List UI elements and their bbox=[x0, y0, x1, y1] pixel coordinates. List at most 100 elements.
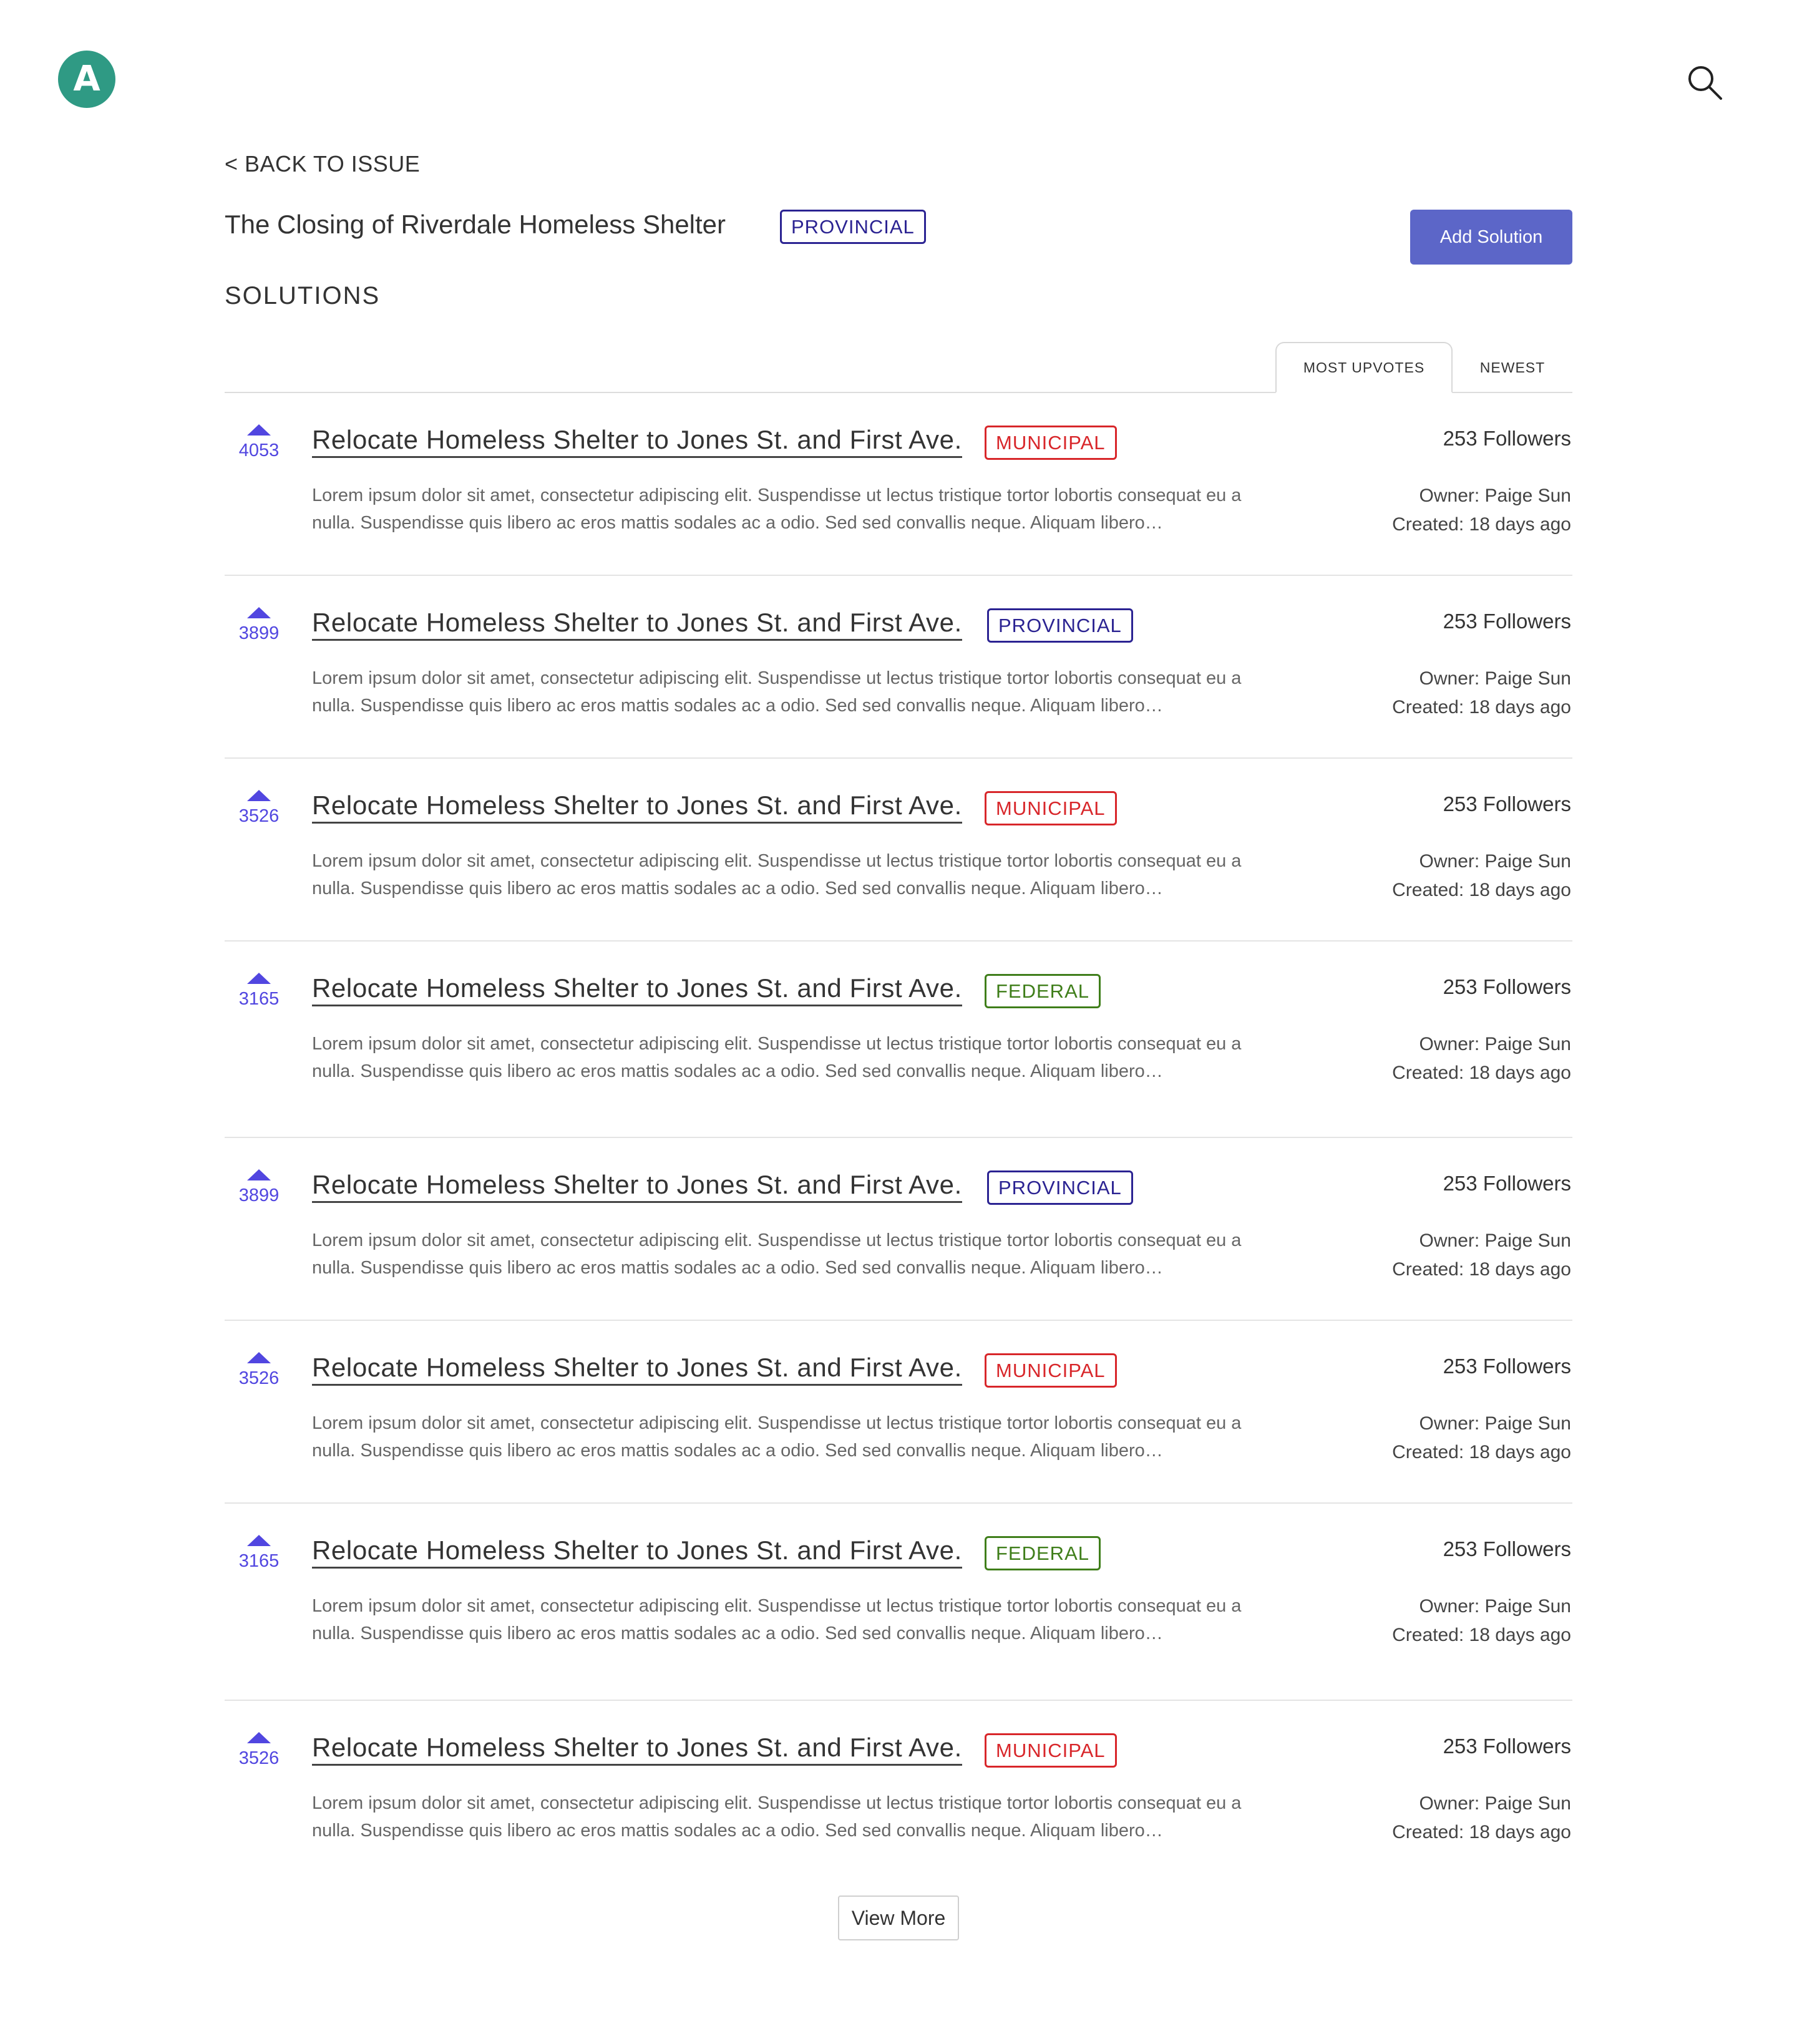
upvote-button[interactable]: 3526 bbox=[237, 790, 281, 827]
created-text: Created: 18 days ago bbox=[1392, 1442, 1571, 1462]
solution-row: 3165 Relocate Homeless Shelter to Jones … bbox=[225, 942, 1572, 1138]
upvote-count: 4053 bbox=[238, 440, 280, 460]
followers-count: 253 Followers bbox=[1443, 975, 1571, 998]
upvote-arrow-icon bbox=[247, 790, 271, 801]
solution-title-link[interactable]: Relocate Homeless Shelter to Jones St. a… bbox=[312, 1535, 962, 1569]
upvote-count: 3899 bbox=[238, 623, 280, 643]
solution-title-link[interactable]: Relocate Homeless Shelter to Jones St. a… bbox=[312, 608, 962, 641]
solution-row: 4053 Relocate Homeless Shelter to Jones … bbox=[225, 393, 1572, 576]
solution-meta: Owner: Paige Sun Created: 18 days ago bbox=[1392, 1409, 1571, 1467]
view-more-button[interactable]: View More bbox=[838, 1896, 959, 1940]
app-logo[interactable]: A bbox=[58, 51, 115, 108]
owner-text: Owner: Paige Sun bbox=[1419, 668, 1571, 689]
solution-meta: Owner: Paige Sun Created: 18 days ago bbox=[1392, 1227, 1571, 1284]
upvote-count: 3165 bbox=[238, 989, 280, 1009]
upvote-count: 3526 bbox=[238, 1748, 280, 1768]
solution-title-link[interactable]: Relocate Homeless Shelter to Jones St. a… bbox=[312, 1170, 962, 1204]
solution-level-badge: MUNICIPAL bbox=[985, 791, 1117, 825]
owner-text: Owner: Paige Sun bbox=[1419, 485, 1571, 506]
solution-level-badge: MUNICIPAL bbox=[985, 426, 1117, 460]
upvote-count: 3526 bbox=[238, 1368, 280, 1388]
owner-text: Owner: Paige Sun bbox=[1419, 851, 1571, 872]
solution-title-link[interactable]: Relocate Homeless Shelter to Jones St. a… bbox=[312, 1733, 962, 1766]
tab-most-upvotes[interactable]: MOST UPVOTES bbox=[1275, 342, 1453, 393]
solution-row: 3899 Relocate Homeless Shelter to Jones … bbox=[225, 1138, 1572, 1321]
solution-level-badge: FEDERAL bbox=[985, 1536, 1101, 1570]
solution-row: 3526 Relocate Homeless Shelter to Jones … bbox=[225, 1321, 1572, 1504]
solution-title-link[interactable]: Relocate Homeless Shelter to Jones St. a… bbox=[312, 425, 962, 459]
tab-newest[interactable]: NEWEST bbox=[1453, 342, 1572, 393]
solution-description: Lorem ipsum dolor sit amet, consectetur … bbox=[312, 485, 1242, 533]
solution-level-badge: PROVINCIAL bbox=[987, 608, 1133, 643]
solution-row: 3526 Relocate Homeless Shelter to Jones … bbox=[225, 1701, 1572, 1876]
upvote-arrow-icon bbox=[247, 973, 271, 984]
solution-meta: Owner: Paige Sun Created: 18 days ago bbox=[1392, 847, 1571, 905]
upvote-count: 3899 bbox=[238, 1185, 280, 1205]
created-text: Created: 18 days ago bbox=[1392, 1822, 1571, 1842]
upvote-button[interactable]: 3899 bbox=[237, 607, 281, 644]
add-solution-button[interactable]: Add Solution bbox=[1410, 210, 1572, 265]
upvote-button[interactable]: 3526 bbox=[237, 1352, 281, 1389]
owner-text: Owner: Paige Sun bbox=[1419, 1230, 1571, 1251]
created-text: Created: 18 days ago bbox=[1392, 1625, 1571, 1645]
solution-title-link[interactable]: Relocate Homeless Shelter to Jones St. a… bbox=[312, 973, 962, 1007]
solution-description: Lorem ipsum dolor sit amet, consectetur … bbox=[312, 1596, 1242, 1643]
upvote-arrow-icon bbox=[247, 424, 271, 436]
solution-row: 3165 Relocate Homeless Shelter to Jones … bbox=[225, 1504, 1572, 1701]
created-text: Created: 18 days ago bbox=[1392, 697, 1571, 718]
followers-count: 253 Followers bbox=[1443, 1172, 1571, 1195]
upvote-count: 3165 bbox=[238, 1551, 280, 1571]
upvote-button[interactable]: 3165 bbox=[237, 1535, 281, 1572]
solution-title-link[interactable]: Relocate Homeless Shelter to Jones St. a… bbox=[312, 791, 962, 824]
owner-text: Owner: Paige Sun bbox=[1419, 1793, 1571, 1814]
solution-description: Lorem ipsum dolor sit amet, consectetur … bbox=[312, 1230, 1242, 1278]
issue-title: The Closing of Riverdale Homeless Shelte… bbox=[225, 210, 726, 239]
upvote-arrow-icon bbox=[247, 1535, 271, 1546]
followers-count: 253 Followers bbox=[1443, 792, 1571, 815]
upvote-arrow-icon bbox=[247, 1732, 271, 1743]
solution-level-badge: FEDERAL bbox=[985, 974, 1101, 1008]
owner-text: Owner: Paige Sun bbox=[1419, 1413, 1571, 1434]
upvote-button[interactable]: 3165 bbox=[237, 973, 281, 1010]
solutions-heading: SOLUTIONS bbox=[225, 282, 381, 309]
solution-description: Lorem ipsum dolor sit amet, consectetur … bbox=[312, 1034, 1242, 1081]
solution-description: Lorem ipsum dolor sit amet, consectetur … bbox=[312, 851, 1242, 898]
upvote-count: 3526 bbox=[238, 806, 280, 826]
followers-count: 253 Followers bbox=[1443, 610, 1571, 633]
solution-level-badge: MUNICIPAL bbox=[985, 1733, 1117, 1768]
solution-description: Lorem ipsum dolor sit amet, consectetur … bbox=[312, 668, 1242, 716]
solution-meta: Owner: Paige Sun Created: 18 days ago bbox=[1392, 482, 1571, 539]
solution-row: 3899 Relocate Homeless Shelter to Jones … bbox=[225, 576, 1572, 759]
upvote-button[interactable]: 3526 bbox=[237, 1732, 281, 1769]
upvote-arrow-icon bbox=[247, 607, 271, 618]
solution-level-badge: PROVINCIAL bbox=[987, 1170, 1133, 1205]
solution-meta: Owner: Paige Sun Created: 18 days ago bbox=[1392, 1592, 1571, 1650]
upvote-button[interactable]: 3899 bbox=[237, 1169, 281, 1206]
followers-count: 253 Followers bbox=[1443, 1355, 1571, 1378]
solution-description: Lorem ipsum dolor sit amet, consectetur … bbox=[312, 1793, 1242, 1841]
upvote-arrow-icon bbox=[247, 1352, 271, 1363]
created-text: Created: 18 days ago bbox=[1392, 1259, 1571, 1280]
owner-text: Owner: Paige Sun bbox=[1419, 1596, 1571, 1617]
upvote-button[interactable]: 4053 bbox=[237, 424, 281, 461]
upvote-arrow-icon bbox=[247, 1169, 271, 1180]
followers-count: 253 Followers bbox=[1443, 427, 1571, 450]
solution-meta: Owner: Paige Sun Created: 18 days ago bbox=[1392, 1789, 1571, 1847]
created-text: Created: 18 days ago bbox=[1392, 880, 1571, 900]
solution-description: Lorem ipsum dolor sit amet, consectetur … bbox=[312, 1413, 1242, 1461]
search-icon[interactable] bbox=[1685, 62, 1725, 102]
solution-title-link[interactable]: Relocate Homeless Shelter to Jones St. a… bbox=[312, 1353, 962, 1386]
solution-level-badge: MUNICIPAL bbox=[985, 1353, 1117, 1388]
solution-row: 3526 Relocate Homeless Shelter to Jones … bbox=[225, 759, 1572, 942]
issue-level-badge: PROVINCIAL bbox=[780, 210, 926, 244]
solution-meta: Owner: Paige Sun Created: 18 days ago bbox=[1392, 664, 1571, 722]
created-text: Created: 18 days ago bbox=[1392, 1063, 1571, 1083]
created-text: Created: 18 days ago bbox=[1392, 514, 1571, 535]
solution-meta: Owner: Paige Sun Created: 18 days ago bbox=[1392, 1030, 1571, 1088]
sort-tabs: MOST UPVOTES NEWEST bbox=[1275, 342, 1572, 393]
back-to-issue-link[interactable]: < BACK TO ISSUE bbox=[225, 151, 420, 177]
owner-text: Owner: Paige Sun bbox=[1419, 1034, 1571, 1054]
followers-count: 253 Followers bbox=[1443, 1735, 1571, 1758]
followers-count: 253 Followers bbox=[1443, 1537, 1571, 1560]
logo-letter: A bbox=[73, 59, 100, 99]
